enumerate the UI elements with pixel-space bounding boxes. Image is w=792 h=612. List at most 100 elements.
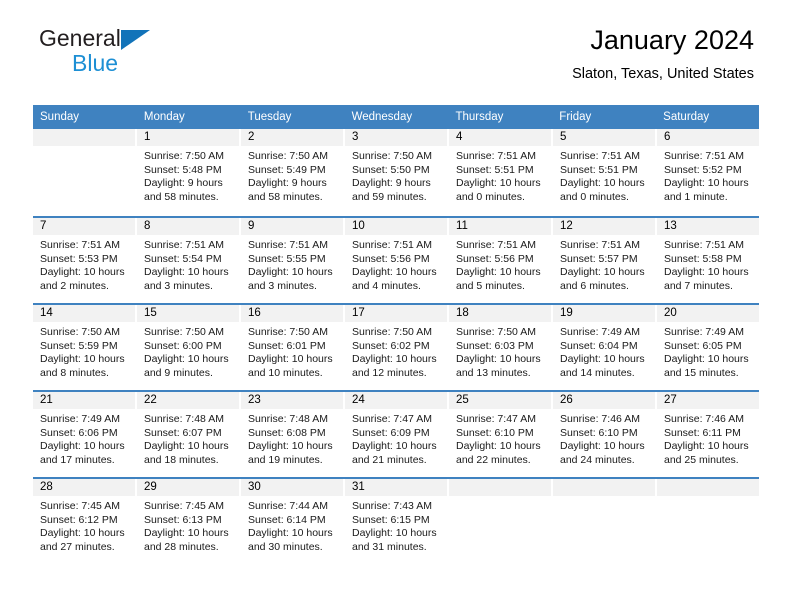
sunrise-text: Sunrise: 7:45 AM — [40, 500, 120, 512]
calendar-week-row: 1 Sunrise: 7:50 AM Sunset: 5:48 PM Daylight… — [33, 129, 759, 216]
calendar-day-cell[interactable]: 2 Sunrise: 7:50 AM Sunset: 5:49 PM Daylight… — [241, 129, 345, 216]
day-number: 5 — [553, 129, 655, 146]
sunrise-text: Sunrise: 7:44 AM — [248, 500, 328, 512]
calendar-day-cell[interactable]: 15 Sunrise: 7:50 AM Sunset: 6:00 PM Dayligh… — [137, 305, 241, 390]
day-details: Sunrise: 7:47 AM Sunset: 6:09 PM Daylight:… — [345, 409, 447, 467]
day-number: 2 — [241, 129, 343, 146]
day-number: 3 — [345, 129, 447, 146]
sunrise-text: Sunrise: 7:43 AM — [352, 500, 432, 512]
daylight-text: Daylight: 10 hours — [248, 440, 333, 453]
sunset-text: Sunset: 6:00 PM — [144, 339, 222, 352]
daylight-text: Daylight: 10 hours — [560, 353, 645, 366]
daylight-text: Daylight: 10 hours — [248, 527, 333, 540]
general-blue-logo[interactable]: General Blue — [39, 27, 239, 79]
daylight-text: Daylight: 10 hours — [40, 527, 125, 540]
day-details: Sunrise: 7:50 AM Sunset: 5:48 PM Daylight:… — [137, 146, 239, 204]
day-number: 25 — [449, 392, 551, 409]
day-details: Sunrise: 7:45 AM Sunset: 6:13 PM Daylight:… — [137, 496, 239, 554]
daylight-text: Daylight: 10 hours — [352, 266, 437, 279]
sunset-text: Sunset: 6:11 PM — [664, 426, 741, 439]
calendar-day-cell[interactable]: 3 Sunrise: 7:50 AM Sunset: 5:50 PM Daylight… — [345, 129, 449, 216]
weekday-header-row: Sunday Monday Tuesday Wednesday Thursday Frid… — [33, 105, 759, 129]
sunset-text: Sunset: 5:56 PM — [456, 252, 534, 265]
day-details: Sunrise: 7:50 AM Sunset: 5:49 PM Daylight:… — [241, 146, 343, 204]
calendar-day-cell[interactable]: 29 Sunrise: 7:45 AM Sunset: 6:13 PM Dayligh… — [137, 479, 241, 564]
calendar-day-cell[interactable]: 18 Sunrise: 7:50 AM Sunset: 6:03 PM Dayligh… — [449, 305, 553, 390]
daylight-text: and 58 minutes. — [248, 190, 323, 203]
sunset-text: Sunset: 5:48 PM — [144, 163, 222, 176]
daylight-text: and 13 minutes. — [456, 366, 531, 379]
sunrise-text: Sunrise: 7:46 AM — [664, 413, 744, 425]
daylight-text: Daylight: 10 hours — [352, 440, 437, 453]
sunset-text: Sunset: 5:57 PM — [560, 252, 638, 265]
day-number: 13 — [657, 218, 759, 235]
sunrise-text: Sunrise: 7:50 AM — [248, 326, 328, 338]
calendar-day-cell[interactable]: 30 Sunrise: 7:44 AM Sunset: 6:14 PM Dayligh… — [241, 479, 345, 564]
calendar-day-cell[interactable]: 23 Sunrise: 7:48 AM Sunset: 6:08 PM Dayligh… — [241, 392, 345, 477]
calendar-day-cell[interactable]: 16 Sunrise: 7:50 AM Sunset: 6:01 PM Dayligh… — [241, 305, 345, 390]
calendar-day-cell[interactable]: 11 Sunrise: 7:51 AM Sunset: 5:56 PM Dayligh… — [449, 218, 553, 303]
calendar-day-cell[interactable]: 20 Sunrise: 7:49 AM Sunset: 6:05 PM Dayligh… — [657, 305, 759, 390]
calendar-day-cell[interactable]: 27 Sunrise: 7:46 AM Sunset: 6:11 PM Dayligh… — [657, 392, 759, 477]
daylight-text: and 19 minutes. — [248, 453, 323, 466]
daylight-text: and 2 minutes. — [40, 279, 109, 292]
calendar-day-cell[interactable]: 7 Sunrise: 7:51 AM Sunset: 5:53 PM Daylight… — [33, 218, 137, 303]
triangle-icon — [120, 30, 150, 50]
day-details: Sunrise: 7:51 AM Sunset: 5:56 PM Daylight:… — [449, 235, 551, 293]
daylight-text: and 7 minutes. — [664, 279, 733, 292]
calendar-day-cell[interactable]: 22 Sunrise: 7:48 AM Sunset: 6:07 PM Dayligh… — [137, 392, 241, 477]
calendar-day-cell[interactable]: 10 Sunrise: 7:51 AM Sunset: 5:56 PM Dayligh… — [345, 218, 449, 303]
calendar-day-cell[interactable]: 25 Sunrise: 7:47 AM Sunset: 6:10 PM Dayligh… — [449, 392, 553, 477]
calendar-day-cell[interactable]: 4 Sunrise: 7:51 AM Sunset: 5:51 PM Daylight… — [449, 129, 553, 216]
sunrise-text: Sunrise: 7:49 AM — [560, 326, 640, 338]
sunrise-text: Sunrise: 7:51 AM — [352, 239, 432, 251]
sunrise-text: Sunrise: 7:50 AM — [352, 326, 432, 338]
calendar-day-cell[interactable]: 24 Sunrise: 7:47 AM Sunset: 6:09 PM Dayligh… — [345, 392, 449, 477]
sunset-text: Sunset: 5:52 PM — [664, 163, 742, 176]
sunrise-text: Sunrise: 7:50 AM — [144, 150, 224, 162]
sunset-text: Sunset: 6:15 PM — [352, 513, 430, 526]
calendar-day-cell[interactable]: 1 Sunrise: 7:50 AM Sunset: 5:48 PM Daylight… — [137, 129, 241, 216]
calendar-day-cell[interactable]: 21 Sunrise: 7:49 AM Sunset: 6:06 PM Dayligh… — [33, 392, 137, 477]
daylight-text: Daylight: 10 hours — [456, 353, 541, 366]
daylight-text: and 10 minutes. — [248, 366, 323, 379]
day-number: 22 — [137, 392, 239, 409]
sunrise-text: Sunrise: 7:50 AM — [248, 150, 328, 162]
day-details: Sunrise: 7:51 AM Sunset: 5:51 PM Daylight:… — [449, 146, 551, 204]
calendar-day-cell[interactable]: 19 Sunrise: 7:49 AM Sunset: 6:04 PM Dayligh… — [553, 305, 657, 390]
calendar-day-cell[interactable]: 31 Sunrise: 7:43 AM Sunset: 6:15 PM Dayligh… — [345, 479, 449, 564]
calendar-day-cell[interactable]: 9 Sunrise: 7:51 AM Sunset: 5:55 PM Daylight… — [241, 218, 345, 303]
sunset-text: Sunset: 6:07 PM — [144, 426, 222, 439]
calendar-day-cell[interactable]: 17 Sunrise: 7:50 AM Sunset: 6:02 PM Dayligh… — [345, 305, 449, 390]
calendar-day-cell[interactable]: 6 Sunrise: 7:51 AM Sunset: 5:52 PM Daylight… — [657, 129, 759, 216]
weekday-header-tuesday: Tuesday — [239, 105, 344, 129]
calendar-day-cell[interactable]: 28 Sunrise: 7:45 AM Sunset: 6:12 PM Dayligh… — [33, 479, 137, 564]
calendar-day-cell[interactable]: 5 Sunrise: 7:51 AM Sunset: 5:51 PM Daylight… — [553, 129, 657, 216]
daylight-text: and 22 minutes. — [456, 453, 531, 466]
daylight-text: and 31 minutes. — [352, 540, 427, 553]
daylight-text: Daylight: 10 hours — [144, 527, 229, 540]
sunset-text: Sunset: 6:04 PM — [560, 339, 638, 352]
weekday-header-thursday: Thursday — [447, 105, 551, 129]
day-details — [553, 496, 655, 500]
daylight-text: and 3 minutes. — [144, 279, 213, 292]
sunrise-text: Sunrise: 7:50 AM — [456, 326, 536, 338]
calendar-day-cell[interactable]: 26 Sunrise: 7:46 AM Sunset: 6:10 PM Dayligh… — [553, 392, 657, 477]
day-details — [449, 496, 551, 500]
daylight-text: and 1 minute. — [664, 190, 728, 203]
day-number: 29 — [137, 479, 239, 496]
calendar-day-cell[interactable]: 13 Sunrise: 7:51 AM Sunset: 5:58 PM Dayligh… — [657, 218, 759, 303]
calendar-day-cell[interactable]: 14 Sunrise: 7:50 AM Sunset: 5:59 PM Dayligh… — [33, 305, 137, 390]
daylight-text: Daylight: 10 hours — [352, 527, 437, 540]
daylight-text: Daylight: 10 hours — [456, 440, 541, 453]
day-details: Sunrise: 7:50 AM Sunset: 5:50 PM Daylight:… — [345, 146, 447, 204]
calendar-day-cell[interactable]: 12 Sunrise: 7:51 AM Sunset: 5:57 PM Dayligh… — [553, 218, 657, 303]
calendar-day-cell[interactable]: 8 Sunrise: 7:51 AM Sunset: 5:54 PM Daylight… — [137, 218, 241, 303]
calendar-grid: Sunday Monday Tuesday Wednesday Thursday Frid… — [33, 105, 759, 564]
day-number — [657, 479, 759, 496]
sunrise-text: Sunrise: 7:49 AM — [40, 413, 120, 425]
day-number: 18 — [449, 305, 551, 322]
daylight-text: Daylight: 9 hours — [248, 177, 327, 190]
weekday-header-saturday: Saturday — [655, 105, 759, 129]
weekday-header-wednesday: Wednesday — [343, 105, 448, 129]
